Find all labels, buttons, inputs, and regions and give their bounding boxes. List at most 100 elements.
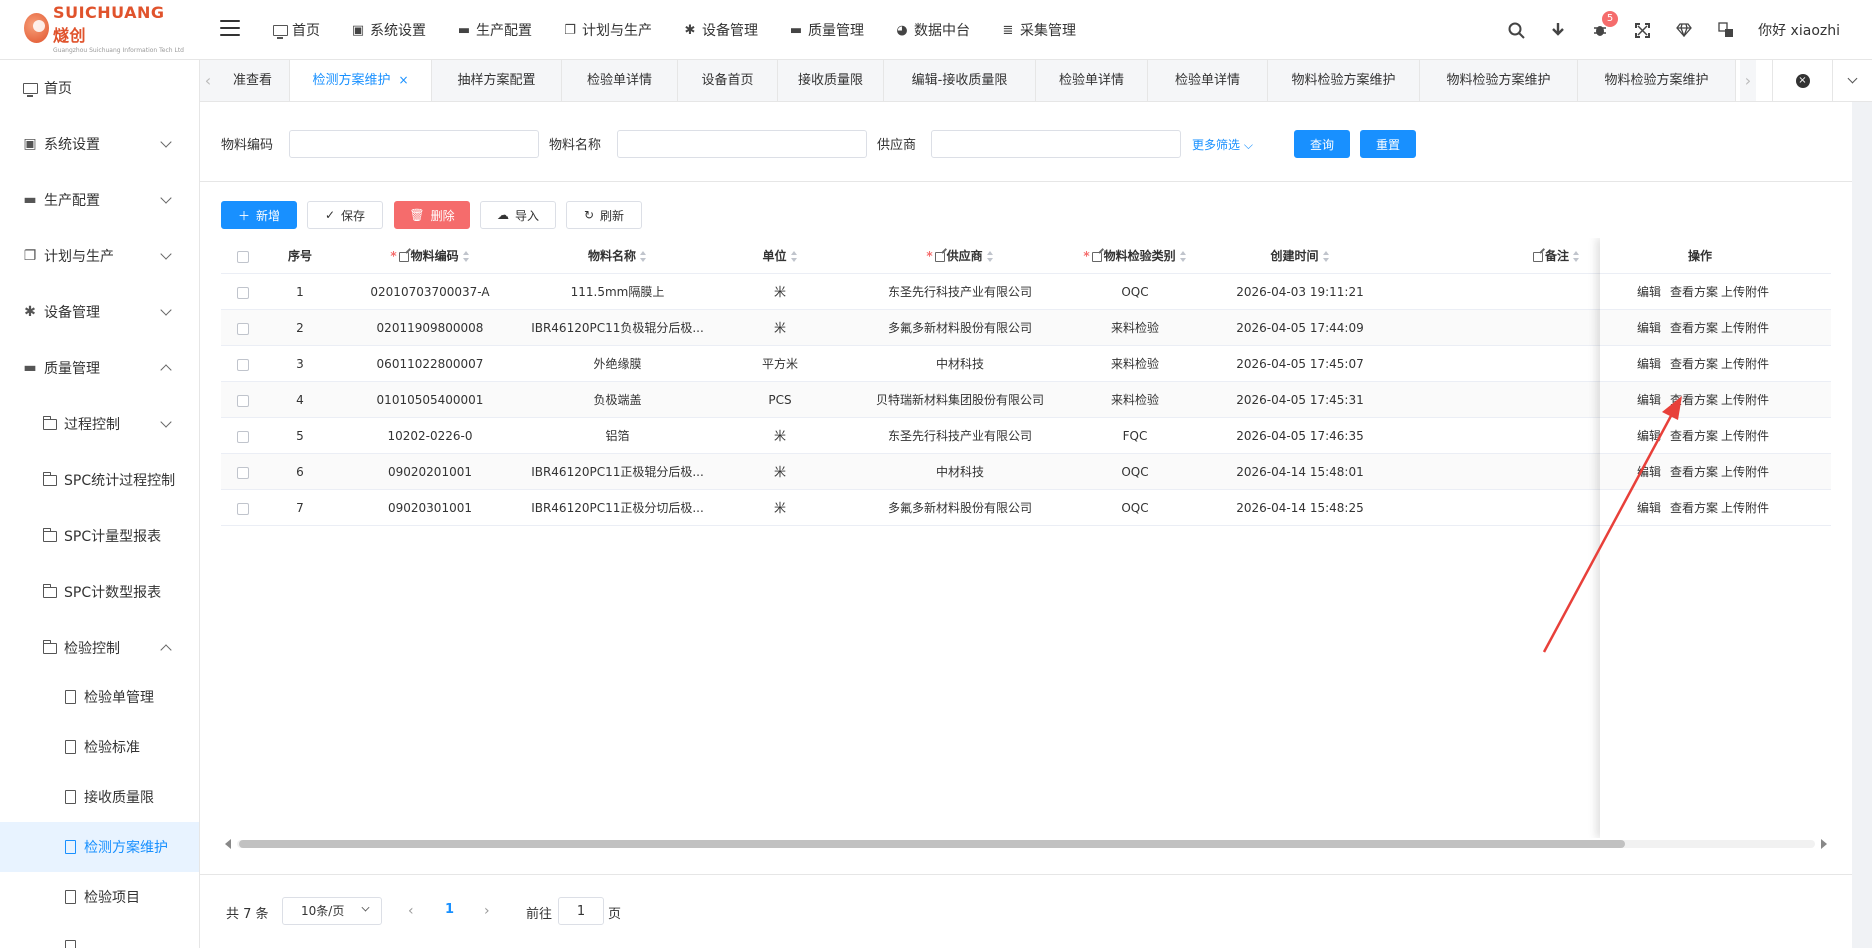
checkbox[interactable] [237, 250, 249, 263]
header-checkbox[interactable] [221, 238, 265, 274]
topnav-production-config[interactable]: ▬ 生产配置 [456, 20, 532, 40]
tabs-scroll-right-icon[interactable]: › [1740, 60, 1756, 101]
page-size-select[interactable]: 10条/页 [282, 897, 382, 925]
table-row[interactable]: 3 06011022800007 外绝缘膜 平方米 中材科技 来料检验 2026-04-05… [221, 346, 1831, 382]
scroll-right-arrow-icon[interactable] [1821, 839, 1827, 849]
fullscreen-icon[interactable] [1632, 20, 1652, 40]
table-row[interactable]: 5 10202-0226-0 铝箔 米 东圣先行科技产业有限公司 FQC 2026-04-0… [221, 418, 1831, 454]
checkbox[interactable] [237, 286, 249, 299]
refresh-button[interactable]: ↻ 刷新 [566, 201, 642, 229]
upload-attachment-link[interactable]: 上传附件 [1721, 454, 1769, 490]
sidebar-item-quality[interactable]: ▬ 质量管理 [0, 340, 199, 396]
table-row[interactable]: 4 01010505400001 负极端盖 PCS 贝特瑞新材料集团股份有限公司 来料检验… [221, 382, 1831, 418]
checkbox[interactable] [237, 466, 249, 479]
supplier-input[interactable] [931, 130, 1181, 158]
scrollbar-thumb[interactable] [239, 840, 1625, 848]
sidebar-item-system-settings[interactable]: ▣ 系统设置 [0, 116, 199, 172]
bug-icon[interactable]: 5 [1590, 11, 1619, 40]
brand-logo[interactable]: SUICHUANG 燧创 Guangzhou Suichuang Informa… [24, 3, 184, 54]
checkbox[interactable] [237, 358, 249, 371]
upload-attachment-link[interactable]: 上传附件 [1721, 490, 1769, 526]
view-plan-link[interactable]: 查看方案 [1670, 454, 1718, 490]
user-greeting[interactable]: 你好 xiaozhi [1758, 20, 1840, 40]
next-page-icon[interactable]: › [484, 903, 490, 919]
tab-equipment-home[interactable]: 设备首页 [678, 60, 778, 101]
add-button[interactable]: ＋ 新增 [221, 201, 297, 229]
sidebar-item-inspection-orders[interactable]: 检验单管理 [0, 672, 199, 722]
sidebar-item-planning[interactable]: ❐ 计划与生产 [0, 228, 199, 284]
row-checkbox-cell[interactable] [221, 454, 265, 490]
topnav-data-center[interactable]: ◕ 数据中台 [894, 20, 970, 40]
sidebar-item-process-control[interactable]: 过程控制 [0, 396, 199, 452]
tabs-scroll-left-icon[interactable]: ‹ [200, 60, 216, 101]
sidebar-item-aql[interactable]: 接收质量限 [0, 772, 199, 822]
topnav-quality[interactable]: ▬ 质量管理 [788, 20, 864, 40]
sidebar-item-spc-variable-report[interactable]: SPC计量型报表 [0, 508, 199, 564]
header-material-name[interactable]: 物料名称 [525, 238, 710, 274]
edit-link[interactable]: 编辑 [1637, 274, 1661, 310]
checkbox[interactable] [237, 430, 249, 443]
prev-page-icon[interactable]: ‹ [408, 903, 414, 919]
checkbox[interactable] [237, 502, 249, 515]
row-checkbox-cell[interactable] [221, 418, 265, 454]
tab-inspection-detail-3[interactable]: 检验单详情 [1148, 60, 1268, 101]
header-unit[interactable]: 单位 [710, 238, 850, 274]
horizontal-scrollbar[interactable] [221, 836, 1831, 850]
row-checkbox-cell[interactable] [221, 382, 265, 418]
tab-material-plan-3[interactable]: 物料检验方案维护 [1578, 60, 1736, 101]
edit-link[interactable]: 编辑 [1637, 418, 1661, 454]
row-checkbox-cell[interactable] [221, 490, 265, 526]
tab-standard-view[interactable]: 准查看 [216, 60, 290, 101]
upload-attachment-link[interactable]: 上传附件 [1721, 274, 1769, 310]
sidebar-item-inspection-plan[interactable]: 检测方案维护 [0, 822, 199, 872]
edit-link[interactable]: 编辑 [1637, 346, 1661, 382]
close-all-tabs-button[interactable]: × [1772, 60, 1832, 101]
sidebar-item-home[interactable]: 首页 [0, 60, 199, 116]
delete-button[interactable]: 🗑 删除 [394, 201, 470, 229]
sidebar-item-spc-attribute-report[interactable]: SPC计数型报表 [0, 564, 199, 620]
upload-attachment-link[interactable]: 上传附件 [1721, 382, 1769, 418]
view-plan-link[interactable]: 查看方案 [1670, 274, 1718, 310]
sidebar-item-production-config[interactable]: ▬ 生产配置 [0, 172, 199, 228]
search-icon[interactable] [1506, 20, 1526, 40]
sidebar-item-inspection-items[interactable]: 检验项目 [0, 872, 199, 922]
scroll-left-arrow-icon[interactable] [225, 839, 231, 849]
topnav-system-settings[interactable]: ▣ 系统设置 [350, 20, 426, 40]
sidebar-item-equipment[interactable]: ✱ 设备管理 [0, 284, 199, 340]
tab-sampling-config[interactable]: 抽样方案配置 [432, 60, 562, 101]
sort-icon[interactable] [462, 250, 470, 263]
topnav-equipment[interactable]: ✱ 设备管理 [682, 20, 758, 40]
tab-inspection-detail[interactable]: 检验单详情 [562, 60, 678, 101]
material-name-input[interactable] [617, 130, 867, 158]
header-remark[interactable]: 备注 [1400, 238, 1600, 274]
header-material-code[interactable]: * 物料编码 [335, 238, 525, 274]
save-button[interactable]: ✓ 保存 [307, 201, 383, 229]
upload-attachment-link[interactable]: 上传附件 [1721, 418, 1769, 454]
table-row[interactable]: 6 09020201001 IBR46120PC11正极辊分后极... 米 中材科技 OQ… [221, 454, 1831, 490]
translate-icon[interactable] [1716, 20, 1736, 40]
page-number-current[interactable]: 1 [445, 902, 454, 917]
row-checkbox-cell[interactable] [221, 274, 265, 310]
tab-inspection-plan[interactable]: 检测方案维护 × [290, 60, 432, 101]
menu-toggle-icon[interactable] [220, 20, 240, 36]
checkbox[interactable] [237, 322, 249, 335]
header-supplier[interactable]: * 供应商 [850, 238, 1070, 274]
sort-icon[interactable] [1322, 250, 1330, 263]
header-created-time[interactable]: 创建时间 [1200, 238, 1400, 274]
topnav-home[interactable]: 首页 [272, 20, 320, 40]
reset-button[interactable]: 重置 [1360, 130, 1416, 158]
tab-material-plan-1[interactable]: 物料检验方案维护 [1268, 60, 1420, 101]
sort-icon[interactable] [1179, 250, 1187, 263]
view-plan-link[interactable]: 查看方案 [1670, 346, 1718, 382]
tab-inspection-detail-2[interactable]: 检验单详情 [1036, 60, 1148, 101]
close-icon[interactable]: × [398, 73, 408, 87]
view-plan-link[interactable]: 查看方案 [1670, 310, 1718, 346]
tab-material-plan-2[interactable]: 物料检验方案维护 [1420, 60, 1578, 101]
view-plan-link[interactable]: 查看方案 [1670, 418, 1718, 454]
edit-link[interactable]: 编辑 [1637, 310, 1661, 346]
table-row[interactable]: 1 02010703700037-A 111.5mm隔膜上 米 东圣先行科技产业有限公司… [221, 274, 1831, 310]
sort-icon[interactable] [1573, 250, 1580, 263]
tab-aql[interactable]: 接收质量限 [778, 60, 884, 101]
sidebar-item-partial[interactable] [0, 922, 199, 948]
topnav-collection[interactable]: ≣ 采集管理 [1000, 20, 1076, 40]
